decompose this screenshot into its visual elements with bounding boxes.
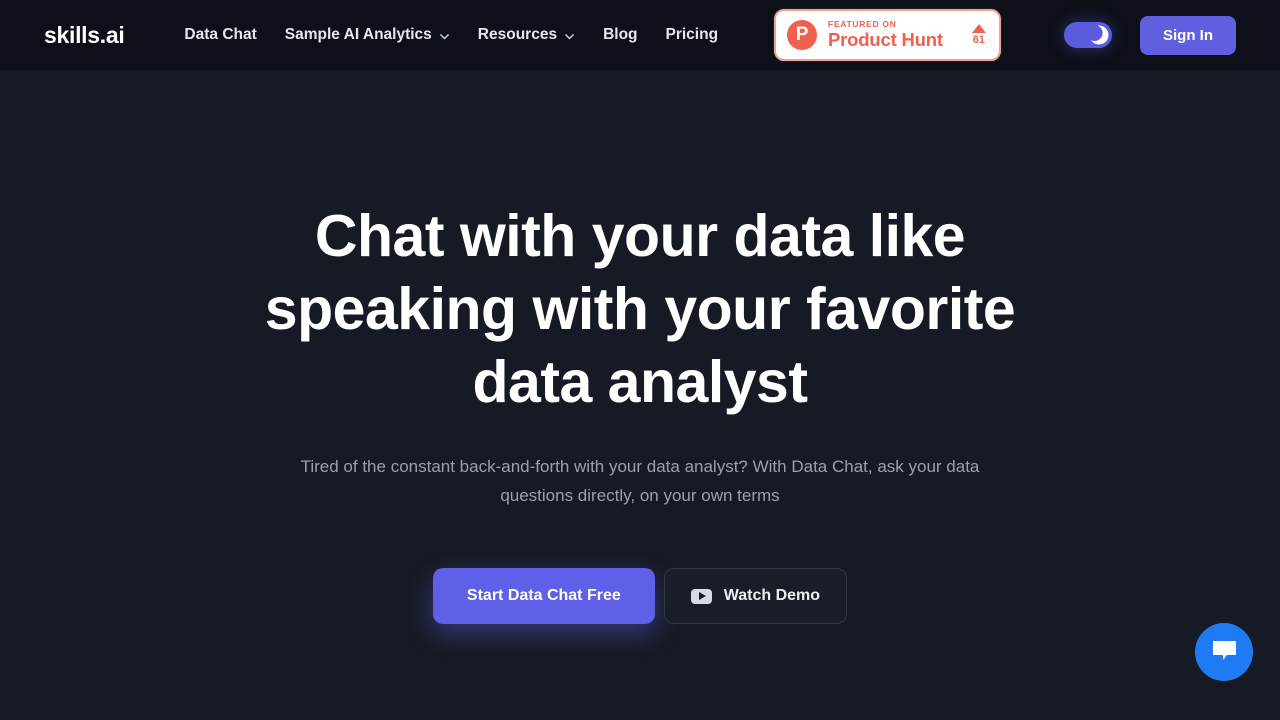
product-hunt-upvote[interactable]: 61: [971, 24, 986, 46]
product-hunt-badge[interactable]: P FEATURED ON Product Hunt 61: [774, 9, 1001, 61]
nav-item-resources[interactable]: Resources: [464, 16, 589, 54]
hero-cta-row: Start Data Chat Free Watch Demo: [432, 568, 848, 625]
header-actions: Sign In: [1064, 15, 1236, 55]
logo[interactable]: skills.ai: [44, 22, 125, 49]
chevron-down-icon: [564, 31, 575, 42]
product-hunt-featured-label: FEATURED ON: [828, 18, 897, 29]
theme-toggle[interactable]: [1064, 22, 1112, 48]
product-hunt-upvote-count: 61: [972, 34, 985, 46]
product-hunt-logo-letter: P: [795, 23, 809, 45]
hero-section: Chat with your data like speaking with y…: [0, 70, 1280, 703]
watch-demo-button[interactable]: Watch Demo: [663, 568, 848, 625]
triangle-up-icon: [971, 24, 986, 33]
nav-item-data-chat[interactable]: Data Chat: [170, 16, 270, 54]
nav-item-label: Data Chat: [184, 26, 257, 43]
main-nav: Data Chat Sample AI Analytics Resources …: [170, 16, 732, 54]
product-hunt-name: Product Hunt: [828, 29, 943, 51]
chat-bubble-icon: [1211, 638, 1238, 667]
nav-item-label: Pricing: [665, 26, 719, 43]
start-data-chat-free-button[interactable]: Start Data Chat Free: [432, 568, 655, 625]
youtube-play-icon: [690, 588, 712, 604]
page-title: Chat with your data like speaking with y…: [264, 203, 1016, 416]
product-hunt-logo-icon: P: [787, 20, 818, 50]
nav-item-blog[interactable]: Blog: [589, 16, 651, 54]
product-hunt-text: FEATURED ON Product Hunt: [828, 18, 943, 51]
chevron-down-icon: [439, 31, 450, 42]
nav-item-label: Blog: [603, 26, 638, 43]
sign-in-button[interactable]: Sign In: [1140, 15, 1236, 55]
nav-item-sample-ai-analytics[interactable]: Sample AI Analytics: [271, 16, 464, 54]
watch-demo-label: Watch Demo: [723, 587, 821, 605]
hero-subtitle: Tired of the constant back-and-forth wit…: [300, 457, 980, 506]
site-header: skills.ai Data Chat Sample AI Analytics …: [0, 0, 1280, 70]
nav-item-pricing[interactable]: Pricing: [652, 16, 733, 54]
nav-item-label: Resources: [477, 26, 558, 43]
chat-widget-button[interactable]: [1195, 623, 1253, 681]
moon-icon: [1086, 25, 1109, 45]
nav-item-label: Sample AI Analytics: [284, 26, 432, 43]
